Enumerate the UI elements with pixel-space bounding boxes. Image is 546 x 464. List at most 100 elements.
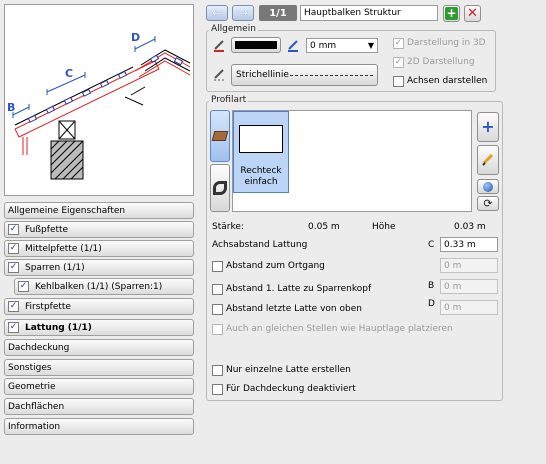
section-information[interactable]: Information [4, 418, 194, 435]
section-label: Sonstiges [8, 362, 52, 373]
pen-color-button[interactable] [231, 37, 281, 53]
ortgang-checkbox[interactable] [212, 261, 223, 272]
section-kehlbalken[interactable]: ✓ Kehlbalken (1/1) (Sparren:1) [14, 278, 194, 295]
section-allgemeine-eigenschaften[interactable]: Allgemeine Eigenschaften [4, 202, 194, 219]
latte1-checkbox[interactable] [212, 284, 223, 295]
profilart-group-title: Profilart [209, 95, 249, 105]
chevron-down-icon: ▼ [367, 41, 374, 50]
section-checkbox[interactable]: ✓ [8, 224, 19, 235]
pen-color-swatch [235, 41, 277, 49]
letzte-latte-checkbox[interactable] [212, 304, 223, 315]
section-label: Fußpfette [25, 224, 69, 235]
staerke-value: 0.05 m [308, 222, 340, 232]
section-label: Geometrie [8, 381, 56, 392]
section-label: Sparren (1/1) [25, 262, 85, 273]
section-label: Dachflächen [8, 401, 65, 412]
darstellung-2d-checkbox[interactable]: ✓ [393, 57, 404, 68]
section-dachdeckung[interactable]: Dachdeckung [4, 339, 194, 356]
roof-preview-drawing: B C D [4, 4, 194, 196]
darstellung-3d-checkbox[interactable]: ✓ [393, 38, 404, 49]
section-mittelpfette[interactable]: ✓ Mittelpfette (1/1) [4, 240, 194, 257]
latte1-input[interactable]: 0 m [440, 279, 498, 294]
edit-profile-button[interactable] [477, 145, 499, 175]
achsen-label: Achsen darstellen [407, 76, 488, 86]
profile-tab-steel[interactable] [210, 164, 230, 212]
back-button[interactable]: ← [206, 5, 228, 21]
letzte-latte-label: Abstand letzte Latte von oben [226, 304, 362, 314]
section-dachflaechen[interactable]: Dachflächen [4, 398, 194, 415]
line-style-icon [212, 67, 226, 84]
section-sparren[interactable]: ✓ Sparren (1/1) [4, 259, 194, 276]
pen-width-select[interactable]: 0 mm ▼ [306, 38, 378, 53]
section-label: Information [8, 421, 61, 432]
achsabstand-dim-letter: C [428, 240, 435, 250]
section-checkbox[interactable]: ✓ [8, 322, 19, 333]
section-label: Allgemeine Eigenschaften [8, 205, 126, 216]
dachdeckung-deaktiviert-checkbox[interactable] [212, 384, 223, 395]
profile-tile-rechteck-einfach[interactable]: Rechteck einfach [233, 111, 289, 193]
x-icon: ✕ [467, 6, 478, 21]
letzte-latte-input[interactable]: 0 m [440, 300, 498, 315]
letzte-dim-letter: D [428, 299, 435, 309]
darstellung-3d-label: Darstellung in 3D [407, 38, 486, 48]
section-checkbox[interactable]: ✓ [8, 243, 19, 254]
arrow-right-icon: → [237, 6, 249, 20]
dim-label-b: B [7, 101, 16, 114]
section-label: Dachdeckung [8, 342, 70, 353]
hauptlage-label: Auch an gleichen Stellen wie Hauptlage p… [226, 324, 453, 334]
line-style-button[interactable]: Strichellinie [231, 64, 378, 86]
achsabstand-input[interactable]: 0.33 m [440, 237, 498, 252]
hoehe-value: 0.03 m [454, 222, 486, 232]
arrow-left-icon: ← [211, 6, 223, 20]
page-indicator: 1/1 [259, 5, 297, 21]
ortgang-input[interactable]: 0 m [440, 258, 498, 273]
dim-label-d: D [131, 31, 141, 44]
einzelne-latte-checkbox[interactable] [212, 365, 223, 376]
section-firstpfette[interactable]: ✓ Firstpfette [4, 298, 194, 315]
pen-color-icon [212, 38, 226, 55]
achsen-checkbox[interactable] [393, 76, 404, 87]
globe-button[interactable] [477, 179, 499, 194]
add-button[interactable]: + [443, 5, 460, 22]
globe-icon [483, 181, 493, 192]
tile-label-line1: Rechteck [240, 166, 282, 176]
section-geometrie[interactable]: Geometrie [4, 378, 194, 395]
achsabstand-label: Achsabstand Lattung [212, 240, 308, 250]
tile-label-line2: einfach [244, 177, 278, 187]
hauptlage-checkbox[interactable] [212, 324, 223, 335]
section-sonstiges[interactable]: Sonstiges [4, 359, 194, 376]
profile-tab-wood[interactable] [210, 110, 230, 162]
forward-button[interactable]: → [232, 5, 254, 21]
wood-profile-icon [211, 131, 229, 141]
steel-profile-icon [213, 181, 227, 195]
section-fusspfette[interactable]: ✓ Fußpfette [4, 221, 194, 238]
allgemein-group-title: Allgemein [209, 24, 258, 34]
darstellung-2d-label: 2D Darstellung [407, 57, 475, 67]
dim-label-c: C [65, 67, 74, 80]
structure-name-input[interactable]: Hauptbalken Struktur [300, 5, 438, 21]
staerke-label: Stärke: [212, 222, 244, 232]
ortgang-label: Abstand zum Ortgang [226, 261, 325, 271]
roof-section-svg [12, 36, 191, 180]
latte1-label: Abstand 1. Latte zu Sparrenkopf [226, 284, 372, 294]
section-label: Kehlbalken (1/1) (Sparren:1) [35, 281, 163, 292]
refresh-icon: ⟳ [483, 197, 493, 210]
delete-button[interactable]: ✕ [464, 5, 481, 22]
dachdeckung-deaktiviert-label: Für Dachdeckung deaktiviert [226, 384, 356, 394]
section-checkbox[interactable]: ✓ [8, 262, 19, 273]
section-label: Lattung (1/1) [25, 322, 92, 333]
refresh-button[interactable]: ⟳ [477, 196, 499, 211]
section-checkbox[interactable]: ✓ [18, 281, 29, 292]
pen-width-value: 0 mm [310, 40, 337, 51]
hoehe-label: Höhe [372, 222, 396, 232]
latte1-dim-letter: B [428, 281, 435, 291]
section-checkbox[interactable]: ✓ [8, 301, 19, 312]
pencil-icon [481, 152, 495, 169]
section-label: Mittelpfette (1/1) [25, 243, 102, 254]
line-style-label: Strichellinie [236, 70, 289, 80]
section-lattung[interactable]: ✓ Lattung (1/1) [4, 319, 194, 336]
section-label: Firstpfette [25, 301, 71, 312]
pen-width-icon [286, 38, 300, 55]
plus-icon: + [445, 6, 458, 20]
add-profile-button[interactable]: + [477, 112, 499, 142]
